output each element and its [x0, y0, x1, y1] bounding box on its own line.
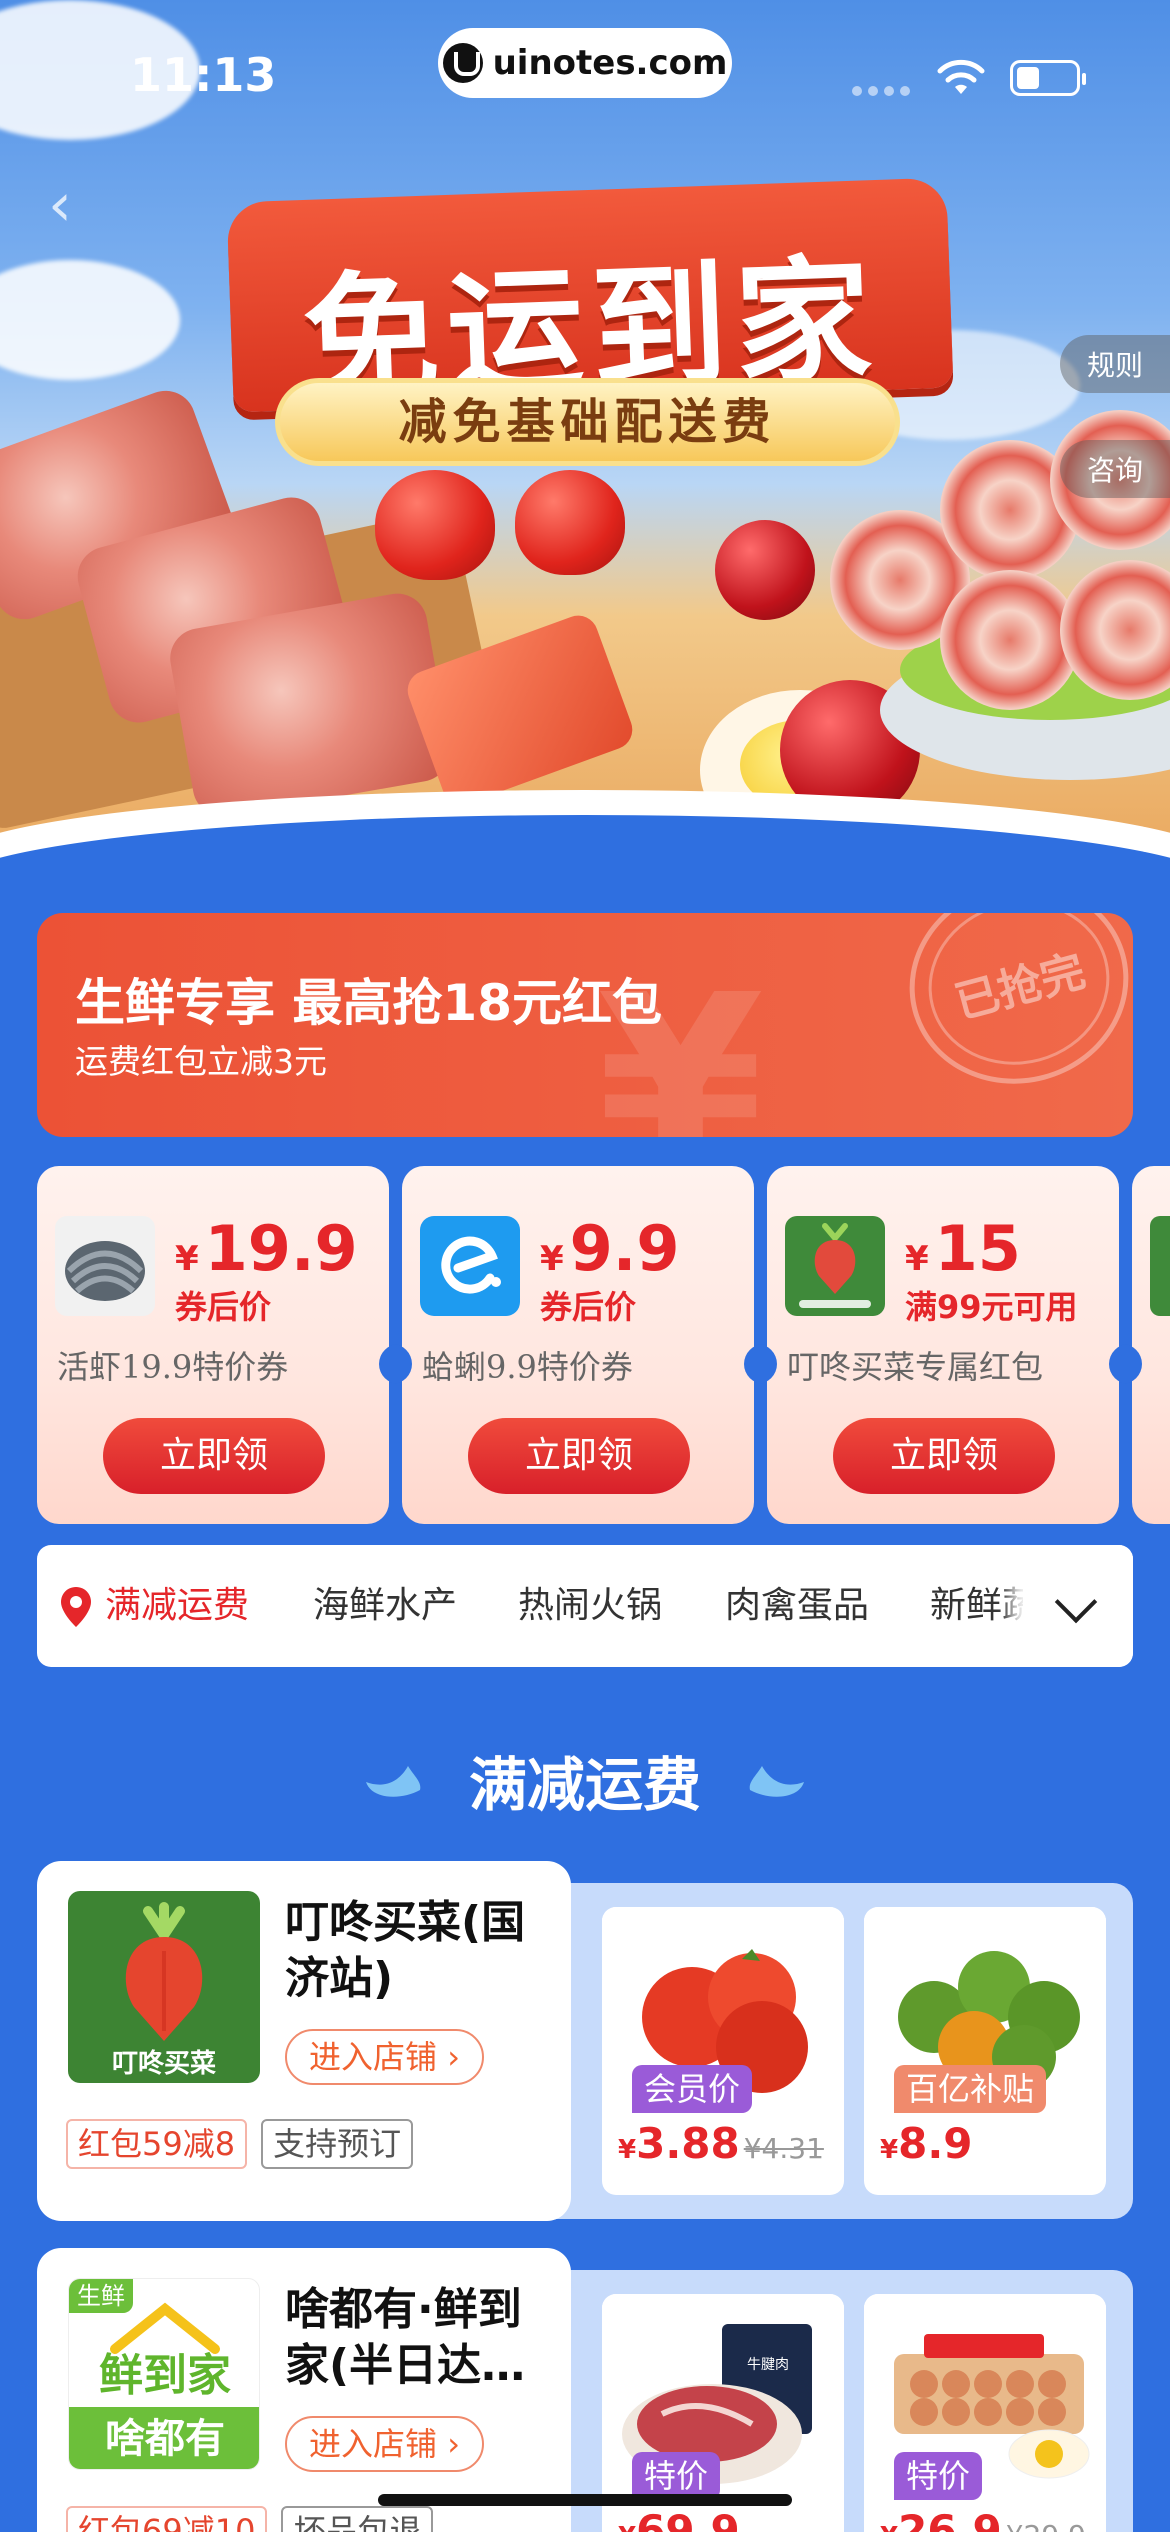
eleme-logo-icon — [420, 1216, 520, 1316]
dingdong-logo-icon — [1150, 1216, 1170, 1316]
coupon-card[interactable] — [1122, 1166, 1170, 1524]
claim-button[interactable]: 立即领 — [103, 1418, 325, 1494]
store-tags: 红包69减10 坏品包退 — [66, 2506, 434, 2532]
shrimp-icon — [55, 1216, 155, 1316]
back-icon[interactable]: ‹ — [48, 175, 88, 235]
url-text: uinotes.com — [492, 43, 728, 83]
status-bar: 11:13 uinotes.com — [0, 0, 1170, 150]
sold-out-stamp: 已抢完 — [886, 913, 1133, 1109]
red-packet-subtitle: 运费红包立减3元 — [75, 1042, 327, 1081]
store-logo-text: 鲜到家 — [99, 2350, 231, 2401]
banner-subtitle: 减免基础配送费 — [275, 378, 900, 466]
price-badge: 百亿补贴 — [894, 2065, 1047, 2113]
dingdong-logo-icon — [785, 1216, 885, 1316]
location-pin-icon — [61, 1587, 91, 1627]
product-card[interactable]: 百亿补贴 ¥8.9 — [864, 1907, 1106, 2195]
store-name: 啥都有·鲜到家(半日达… — [285, 2284, 526, 2391]
site-logo-icon — [442, 43, 483, 83]
store-info[interactable]: 叮咚买菜 叮咚买菜(国济站) 进入店铺 › 红包59减8 支持预订 — [37, 1861, 571, 2221]
coupon-card[interactable]: ¥19.9 券后价 活虾19.9特价券 立即领 — [37, 1166, 399, 1524]
cherry-image — [715, 520, 815, 620]
splash-left-icon — [366, 1766, 421, 1797]
tab-full-reduction-shipping[interactable]: 满减运费 — [105, 1545, 249, 1667]
store-name: 叮咚买菜(国济站) — [285, 1897, 526, 2004]
home-indicator[interactable] — [378, 2494, 792, 2506]
tab-vegetables[interactable]: 新鲜蔬 — [930, 1545, 1038, 1667]
coupon-tag: 红包69减10 — [66, 2506, 268, 2532]
tab-meat-eggs[interactable]: 肉禽蛋品 — [725, 1545, 869, 1667]
chevron-down-icon — [1054, 1580, 1098, 1624]
url-pill[interactable]: uinotes.com — [438, 28, 732, 98]
consult-button[interactable]: 咨询 — [1060, 440, 1170, 498]
coupon-condition: 券后价 — [540, 1288, 637, 1326]
claim-button[interactable]: 立即领 — [468, 1418, 690, 1494]
price-badge: 会员价 — [632, 2065, 753, 2113]
store-info[interactable]: 生鲜 鲜到家 啥都有 啥都有·鲜到家(半日达… 进入店铺 › 红包69减10 坏… — [37, 2248, 571, 2532]
store-card[interactable]: 叮咚买菜 叮咚买菜(国济站) 进入店铺 › 红包59减8 支持预订 会员价 ¥3… — [37, 1861, 1133, 2221]
tab-seafood[interactable]: 海鲜水产 — [313, 1545, 457, 1667]
tab-hotpot[interactable]: 热闹火锅 — [518, 1545, 662, 1667]
coupon-price: ¥19.9 — [175, 1212, 358, 1285]
store-logo: 生鲜 鲜到家 啥都有 — [68, 2278, 260, 2470]
store-logo-text-secondary: 啥都有 — [69, 2407, 259, 2469]
price-badge: 特价 — [632, 2452, 721, 2500]
battery-icon — [1010, 60, 1086, 96]
coupon-price: ¥9.9 — [540, 1212, 680, 1285]
coupon-card[interactable]: ¥15 满99元可用 叮咚买菜专属红包 立即领 — [757, 1166, 1129, 1524]
strawberry-image — [375, 470, 495, 580]
signal-icon — [852, 86, 912, 96]
store-tags: 红包59减8 支持预订 — [66, 2119, 414, 2169]
section-title: 满减运费 — [468, 1751, 701, 1819]
section-header: 满减运费 — [0, 1740, 1170, 1830]
expand-tabs-button[interactable] — [1023, 1545, 1133, 1667]
store-logo: 叮咚买菜 — [68, 1891, 260, 2083]
red-packet-card[interactable]: ¥ 生鲜专享 最高抢18元红包 运费红包立减3元 已抢完 — [37, 913, 1133, 1137]
cloud-decoration — [0, 260, 180, 380]
coupon-card[interactable]: ¥9.9 券后价 蛤蜊9.9特价券 立即领 — [392, 1166, 764, 1524]
store-logo-text: 叮咚买菜 — [111, 2049, 216, 2079]
splash-right-icon — [749, 1766, 804, 1797]
coupon-price: ¥15 — [905, 1212, 1021, 1285]
feature-tag: 坏品包退 — [281, 2506, 434, 2532]
red-packet-title: 生鲜专享 最高抢18元红包 — [75, 974, 662, 1032]
feature-tag: 支持预订 — [261, 2119, 414, 2169]
product-price: ¥26.9¥29.9 — [880, 2506, 1086, 2532]
product-price: ¥8.9 — [880, 2119, 973, 2168]
enter-store-button[interactable]: 进入店铺 › — [285, 2416, 484, 2472]
product-price: ¥69.9 — [618, 2506, 740, 2532]
price-badge: 特价 — [894, 2452, 983, 2500]
store-card[interactable]: 生鲜 鲜到家 啥都有 啥都有·鲜到家(半日达… 进入店铺 › 红包69减10 坏… — [37, 2248, 1133, 2532]
pack-label: 牛腱肉 — [747, 2357, 789, 2373]
coupon-condition: 券后价 — [175, 1288, 272, 1326]
wifi-icon — [937, 59, 985, 94]
product-card[interactable]: 特价 ¥26.9¥29.9 — [864, 2294, 1106, 2532]
status-time: 11:13 — [130, 48, 277, 102]
meat-roll-image — [940, 570, 1080, 710]
coupon-condition: 满99元可用 — [905, 1288, 1078, 1326]
product-price: ¥3.88 ¥4.31 — [618, 2119, 824, 2168]
coupon-list[interactable]: ¥19.9 券后价 活虾19.9特价券 立即领 ¥9.9 券后价 蛤蜊9.9特价… — [37, 1166, 1170, 1524]
coupon-tag: 红包59减8 — [66, 2119, 248, 2169]
hero-banner: 免运到家 减免基础配送费 规则 咨询 ‹ 11:13 uinotes.com — [0, 0, 1170, 880]
product-card[interactable]: 会员价 ¥3.88 ¥4.31 — [602, 1907, 844, 2195]
strawberry-image — [515, 470, 625, 575]
coupon-name: 蛤蜊9.9特价券 — [422, 1348, 633, 1386]
coupon-name: 叮咚买菜专属红包 — [787, 1348, 1044, 1386]
enter-store-button[interactable]: 进入店铺 › — [285, 2029, 484, 2085]
rules-button[interactable]: 规则 — [1060, 335, 1170, 393]
coupon-name: 活虾19.9特价券 — [57, 1348, 289, 1386]
category-tabs[interactable]: 满减运费 海鲜水产 热闹火锅 肉禽蛋品 新鲜蔬 — [37, 1545, 1133, 1667]
claim-button[interactable]: 立即领 — [833, 1418, 1055, 1494]
